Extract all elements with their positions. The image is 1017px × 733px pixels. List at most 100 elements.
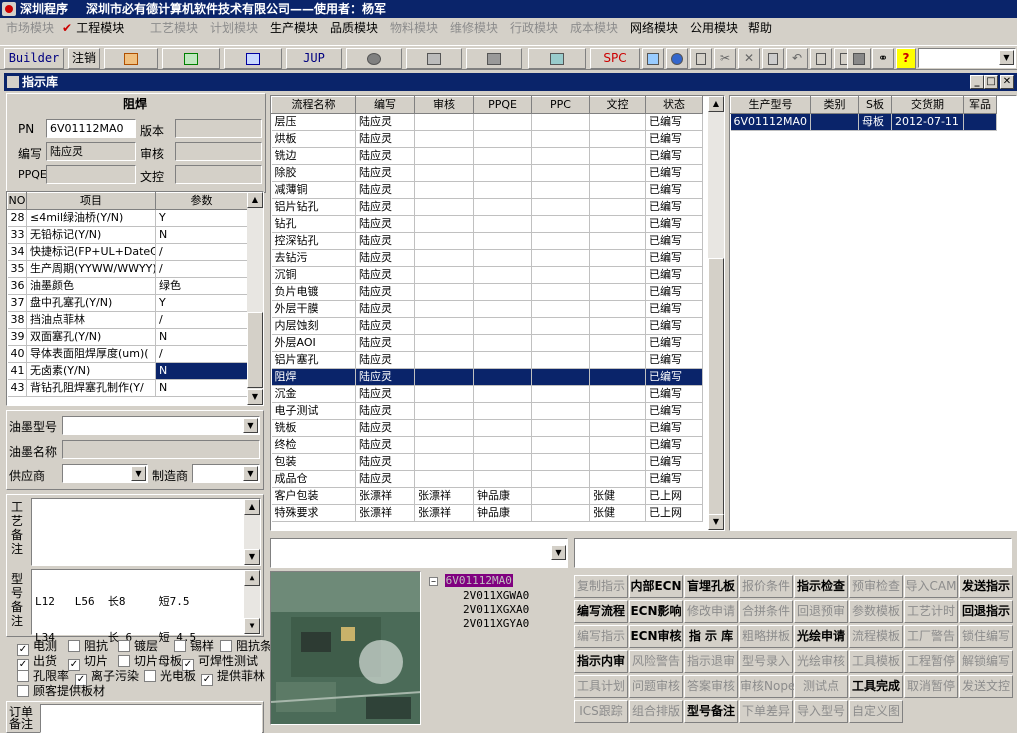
word-tool-button[interactable] xyxy=(224,48,282,69)
logout-button[interactable]: 注销 xyxy=(68,48,100,69)
scroll-down-icon[interactable]: ▼ xyxy=(244,618,260,634)
ppqe-field[interactable] xyxy=(46,165,136,184)
menu-item[interactable]: 行政模块 xyxy=(510,18,558,38)
process-row[interactable]: 除胶 陆应灵 已编写 xyxy=(271,164,703,182)
action-button[interactable]: 型号备注 xyxy=(684,700,738,723)
ppt-tool-button[interactable] xyxy=(104,48,158,69)
process-row[interactable]: 减薄铜 陆应灵 已编写 xyxy=(271,181,703,199)
menu-item[interactable]: 物料模块 xyxy=(390,18,438,38)
tree-child[interactable]: 2V011XGYA0 xyxy=(463,617,529,631)
action-button[interactable]: 合拼条件 xyxy=(739,600,793,623)
action-button[interactable]: 光绘申请 xyxy=(794,625,848,648)
view-tool-button[interactable] xyxy=(346,48,402,69)
pn-field[interactable]: 6V01112MA0 xyxy=(46,119,136,138)
menu-item[interactable]: 市场模块 xyxy=(6,18,54,38)
action-button[interactable]: 下单差异 xyxy=(739,700,793,723)
action-button[interactable]: 自定义图 xyxy=(849,700,903,723)
param-col-no[interactable]: NO xyxy=(7,192,27,210)
action-button[interactable]: ICS跟踪 xyxy=(574,700,628,723)
process-row[interactable]: 烘板 陆应灵 已编写 xyxy=(271,130,703,148)
cut-tool-button[interactable]: ✂ xyxy=(714,48,736,69)
builder-button[interactable]: Builder xyxy=(4,48,64,69)
action-button[interactable]: 问题审核 xyxy=(629,675,683,698)
save-tool-button[interactable] xyxy=(762,48,784,69)
checkbox-icon[interactable] xyxy=(118,655,130,667)
process-row[interactable]: 外层干膜 陆应灵 已编写 xyxy=(271,300,703,318)
checkbox-icon[interactable] xyxy=(17,670,29,682)
action-button[interactable]: 取消暂停 xyxy=(904,675,958,698)
option-checkbox[interactable]: 孔限率 xyxy=(17,669,69,683)
param-row[interactable]: 33 无铅标记(Y/N) N xyxy=(7,226,248,244)
param-row[interactable]: 40 导体表面阻焊厚度(um)(/ xyxy=(7,345,248,363)
process-row[interactable]: 钻孔 陆应灵 已编写 xyxy=(271,215,703,233)
scroll-thumb[interactable] xyxy=(247,312,263,388)
param-row[interactable]: 35 生产周期(YYWW/WWYY) / xyxy=(7,260,248,278)
param-row[interactable]: 36 油墨颜色 绿色 xyxy=(7,277,248,295)
review-field[interactable] xyxy=(175,142,262,161)
action-button[interactable]: 粗略拼板 xyxy=(739,625,793,648)
action-button[interactable]: 导入CAM xyxy=(904,575,958,598)
action-button[interactable]: 编写指示 xyxy=(574,625,628,648)
action-button[interactable]: 发送文控 xyxy=(959,675,1013,698)
order-col-header[interactable]: S板 xyxy=(858,96,892,114)
process-row[interactable]: 铝片塞孔 陆应灵 已编写 xyxy=(271,351,703,369)
process-col-header[interactable]: 审核 xyxy=(414,96,474,114)
param-scrollbar[interactable]: ▲ ▼ xyxy=(247,192,263,405)
param-row[interactable]: 43 背钻孔阻焊塞孔制作(Y/N xyxy=(7,379,248,397)
action-button[interactable]: 编写流程 xyxy=(574,600,628,623)
tree-child[interactable]: 2V011XGXA0 xyxy=(463,603,529,617)
type-note-textarea[interactable]: L12 L56 长8 短7.5 L34 长 6 短 4.5 ▲ ▼ xyxy=(31,569,261,644)
process-col-header[interactable]: PPC xyxy=(531,96,590,114)
process-row[interactable]: 层压 陆应灵 已编写 xyxy=(271,113,703,131)
action-button[interactable]: 光绘审核 xyxy=(794,650,848,673)
checkbox-icon[interactable] xyxy=(144,670,156,682)
action-button[interactable]: 组合排版 xyxy=(629,700,683,723)
action-button[interactable]: 发送指示 xyxy=(959,575,1013,598)
checkbox-icon[interactable] xyxy=(118,640,130,652)
process-row[interactable]: 控深钻孔 陆应灵 已编写 xyxy=(271,232,703,250)
process-scrollbar[interactable]: ▲ ▼ xyxy=(708,96,724,530)
supplier-select[interactable]: ▼ xyxy=(62,464,148,483)
web-tool-button[interactable] xyxy=(666,48,688,69)
checkbox-icon[interactable] xyxy=(220,640,232,652)
param-row[interactable]: 39 双面塞孔(Y/N) N xyxy=(7,328,248,346)
action-button[interactable]: 修改申请 xyxy=(684,600,738,623)
doc-control-field[interactable] xyxy=(175,165,262,184)
scroll-up-icon[interactable]: ▲ xyxy=(247,192,263,208)
process-row[interactable]: 去钻污 陆应灵 已编写 xyxy=(271,249,703,267)
order-col-header[interactable]: 军品 xyxy=(963,96,997,114)
editor-field[interactable]: 陆应灵 xyxy=(46,142,136,161)
print-tool-button[interactable] xyxy=(847,48,871,69)
process-row[interactable]: 成品仓 陆应灵 已编写 xyxy=(271,470,703,488)
chevron-down-icon[interactable]: ▼ xyxy=(131,466,146,481)
scroll-up-icon[interactable]: ▲ xyxy=(244,570,260,586)
option-checkbox[interactable]: 顾客提供板材 xyxy=(17,684,105,698)
param-row[interactable]: 41 无卤素(Y/N) N xyxy=(7,362,248,380)
action-button[interactable]: 回退指示 xyxy=(959,600,1013,623)
filter-select[interactable]: ▼ xyxy=(270,538,568,568)
checkbox-icon[interactable] xyxy=(17,685,29,697)
menu-item[interactable]: 维修模块 xyxy=(450,18,498,38)
action-button[interactable]: 风险警告 xyxy=(629,650,683,673)
process-row[interactable]: 客户包装 张漂祥 张漂祥 钟品康 张健 已上网 xyxy=(271,487,703,505)
chevron-down-icon[interactable]: ▼ xyxy=(243,418,258,433)
craft-note-scrollbar[interactable]: ▲ ▼ xyxy=(244,499,260,565)
checkbox-icon[interactable] xyxy=(174,640,186,652)
option-checkbox[interactable]: 阻抗 xyxy=(68,639,108,653)
option-checkbox[interactable]: 光电板 xyxy=(144,669,196,683)
process-row[interactable]: 包装 陆应灵 已编写 xyxy=(271,453,703,471)
process-row[interactable]: 阻焊 陆应灵 已编写 xyxy=(271,368,703,386)
network-tool-button[interactable] xyxy=(466,48,522,69)
order-col-header[interactable]: 生产型号 xyxy=(730,96,811,114)
tree-root-label[interactable]: 6V01112MA0 xyxy=(444,574,513,587)
jup-button[interactable]: JUP xyxy=(286,48,342,69)
process-row[interactable]: 沉铜 陆应灵 已编写 xyxy=(271,266,703,284)
craft-note-textarea[interactable]: ▲ ▼ xyxy=(31,498,261,566)
checkbox-icon[interactable] xyxy=(68,640,80,652)
scroll-down-icon[interactable]: ▼ xyxy=(247,389,263,405)
menu-item[interactable]: 工艺模块 xyxy=(150,18,198,38)
process-col-header[interactable]: 流程名称 xyxy=(271,96,356,114)
process-row[interactable]: 沉金 陆应灵 已编写 xyxy=(271,385,703,403)
ink-model-select[interactable]: ▼ xyxy=(62,416,260,435)
action-button[interactable]: 工艺计时 xyxy=(904,600,958,623)
